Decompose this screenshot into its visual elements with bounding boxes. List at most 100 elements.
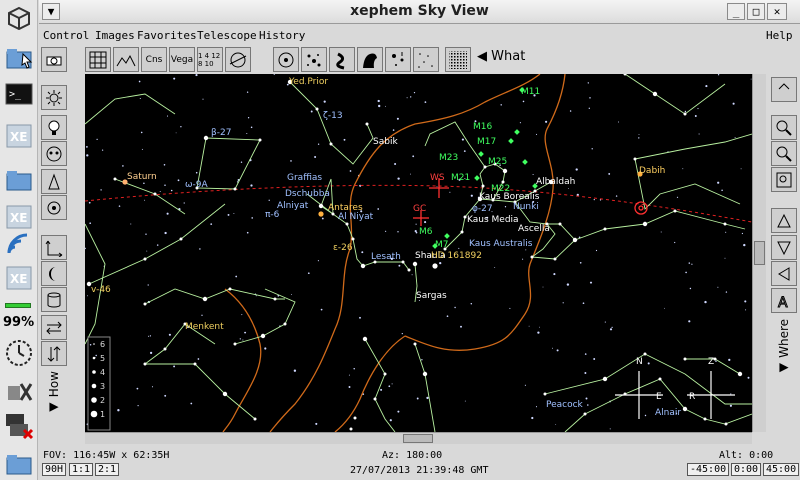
where-label[interactable]: ◀ Where: [777, 319, 791, 376]
background-star: [235, 275, 238, 278]
background-star: [409, 173, 411, 175]
horizon-icon[interactable]: [113, 47, 139, 72]
alt-minus45-button[interactable]: -45:00: [687, 463, 730, 476]
sky-view-canvas[interactable]: Yed Prior ζ-13 β-27 Sabik M11 M16 M17 M23 M25 M21…: [85, 74, 752, 432]
label-m11: M11: [521, 87, 540, 97]
cylinder-icon[interactable]: [41, 287, 67, 312]
sky-chart[interactable]: Yed Prior ζ-13 β-27 Sabik M11 M16 M17 M23 M25 M21…: [85, 74, 752, 432]
alt-zero-button[interactable]: 0:00: [731, 463, 762, 476]
close-button[interactable]: ✕: [767, 3, 787, 20]
constellation-names-button[interactable]: Cns: [141, 47, 167, 72]
horizontal-scroll-thumb[interactable]: [403, 434, 433, 443]
target-icon[interactable]: [273, 47, 299, 72]
flip-vertical-icon[interactable]: [41, 341, 67, 366]
menu-history[interactable]: History: [259, 29, 305, 42]
menu-control[interactable]: Control: [43, 29, 89, 42]
minimize-button[interactable]: _: [727, 3, 745, 20]
menu-telescope[interactable]: Telescope: [197, 29, 257, 42]
folder-cursor-icon[interactable]: [3, 44, 35, 72]
xe-app-icon-2[interactable]: XE: [3, 203, 35, 231]
background-star: [587, 404, 589, 406]
menu-favorites[interactable]: Favorites: [137, 29, 197, 42]
eyes-icon[interactable]: [41, 141, 67, 166]
background-star: [730, 393, 732, 395]
bulb-icon[interactable]: [41, 115, 67, 140]
background-star: [378, 104, 381, 108]
background-star: [149, 351, 153, 355]
maximize-button[interactable]: □: [747, 3, 765, 20]
grid-icon[interactable]: [85, 47, 111, 72]
print-icon[interactable]: [41, 47, 67, 72]
planet-icon[interactable]: [329, 47, 355, 72]
folder-icon-2[interactable]: [3, 450, 35, 478]
terminal-icon[interactable]: >_: [3, 80, 35, 108]
zoom-fit-icon[interactable]: [771, 167, 797, 192]
dither-icon[interactable]: [445, 47, 471, 72]
scroll-up-icon[interactable]: [771, 77, 797, 102]
background-star: [233, 213, 235, 215]
triangle-down-icon[interactable]: [771, 235, 797, 260]
star: [315, 107, 319, 111]
ecliptic-icon[interactable]: [225, 47, 251, 72]
background-star: [604, 321, 606, 323]
vertical-scrollbar[interactable]: [752, 74, 766, 432]
deep-sky-icon[interactable]: [385, 47, 411, 72]
background-star: [151, 386, 154, 388]
magnitude-labels-text: 1 4 12 8 10: [198, 51, 221, 68]
zoom-out-icon[interactable]: [771, 141, 797, 166]
menu-images[interactable]: Images: [95, 29, 135, 42]
background-star: [584, 353, 587, 355]
background-star: [144, 199, 146, 201]
flip-horizontal-icon[interactable]: [41, 315, 67, 340]
clock-icon: [3, 339, 35, 367]
menu-help[interactable]: Help: [766, 29, 793, 42]
zoom-90h-button[interactable]: 90H: [42, 463, 67, 476]
wifi-icon[interactable]: [3, 230, 35, 258]
zoom-2to1-button[interactable]: 2:1: [95, 463, 120, 476]
background-star: [149, 335, 152, 337]
telescope-icon[interactable]: [41, 169, 67, 194]
magnitude-labels-button[interactable]: 1 4 12 8 10: [197, 47, 223, 72]
zoom-in-icon[interactable]: [771, 115, 797, 140]
milky-way-icon[interactable]: [357, 47, 383, 72]
cube-icon[interactable]: [3, 4, 35, 32]
network-disconnected-icon[interactable]: [3, 412, 35, 440]
moon-icon[interactable]: [41, 261, 67, 286]
star-names-button[interactable]: Vega: [169, 47, 195, 72]
background-star: [579, 261, 582, 264]
background-star: [569, 110, 572, 112]
background-star: [195, 171, 198, 174]
spiral-icon[interactable]: [41, 195, 67, 220]
background-star: [148, 335, 150, 337]
stars-icon[interactable]: [301, 47, 327, 72]
axis-icon[interactable]: [41, 235, 67, 260]
alt-plus45-button[interactable]: 45:00: [763, 463, 800, 476]
label--13: ζ-13: [323, 111, 343, 121]
background-star: [177, 179, 180, 182]
background-star: [412, 155, 415, 158]
label-alniyat: Alniyat: [277, 201, 309, 211]
xe-app-icon-3[interactable]: XE: [3, 264, 35, 292]
triangle-up-icon[interactable]: [771, 208, 797, 233]
horizontal-scrollbar[interactable]: [85, 432, 752, 444]
background-star: [415, 223, 417, 225]
vertical-scroll-thumb[interactable]: [754, 241, 765, 265]
title-bar[interactable]: ▼ xephem Sky View _ □ ✕: [39, 0, 800, 24]
xe-app-icon[interactable]: XE: [3, 122, 35, 150]
background-star: [359, 316, 361, 319]
folder-icon[interactable]: [3, 166, 35, 194]
brightness-icon[interactable]: [41, 85, 67, 110]
background-star: [320, 308, 323, 311]
tools-icon[interactable]: [3, 378, 35, 406]
arrow-left-icon[interactable]: [771, 261, 797, 286]
dim-stars-icon[interactable]: [413, 47, 439, 72]
text-a-icon[interactable]: A: [771, 288, 797, 313]
zoom-1to1-button[interactable]: 1:1: [69, 463, 94, 476]
what-label[interactable]: ◀ What: [477, 49, 525, 64]
background-star: [458, 247, 460, 249]
background-star: [539, 326, 541, 328]
background-star: [584, 372, 587, 374]
how-label[interactable]: ◀ How: [47, 371, 61, 415]
toolbar: Cns Vega 1 4 12 8 10 ◀ What: [39, 45, 800, 73]
star: [401, 260, 405, 264]
